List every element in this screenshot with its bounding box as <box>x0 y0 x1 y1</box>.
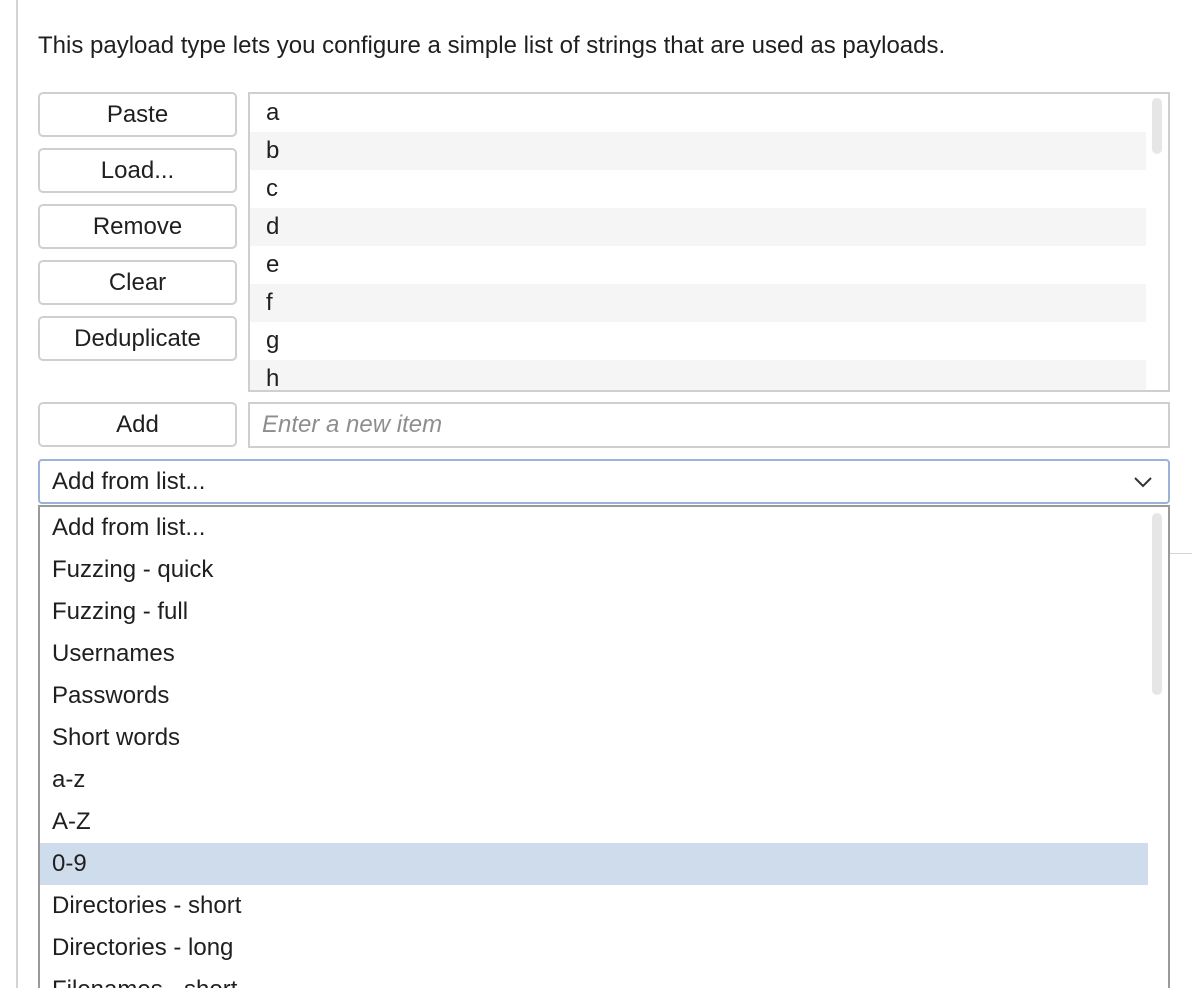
section-divider <box>1168 553 1192 554</box>
payload-list-item[interactable]: g <box>250 322 1148 360</box>
dropdown-option[interactable]: Passwords <box>40 675 1148 717</box>
payload-list-scroll-thumb[interactable] <box>1152 98 1162 154</box>
dropdown-scroll-thumb[interactable] <box>1152 513 1162 695</box>
payload-list-item[interactable]: b <box>250 132 1148 170</box>
clear-button[interactable]: Clear <box>38 260 237 305</box>
dropdown-option[interactable]: Fuzzing - full <box>40 591 1148 633</box>
dropdown-option[interactable]: 0-9 <box>40 843 1148 885</box>
add-from-list-select[interactable]: Add from list... <box>38 459 1170 504</box>
payload-settings-panel: This payload type lets you configure a s… <box>0 0 1192 988</box>
payload-list-item[interactable]: d <box>250 208 1148 246</box>
new-item-input[interactable] <box>248 402 1170 448</box>
dropdown-option[interactable]: Usernames <box>40 633 1148 675</box>
payload-list-item[interactable]: h <box>250 360 1148 390</box>
dropdown-option[interactable]: Short words <box>40 717 1148 759</box>
chevron-down-icon <box>1134 477 1152 488</box>
dropdown-option[interactable]: A-Z <box>40 801 1148 843</box>
dropdown-option[interactable]: Directories - short <box>40 885 1148 927</box>
payload-list[interactable]: abcdefgh <box>248 92 1170 392</box>
dropdown-option[interactable]: Fuzzing - quick <box>40 549 1148 591</box>
add-from-list-dropdown[interactable]: Add from list... Fuzzing - quick Fuzzing -… <box>38 505 1170 988</box>
add-button[interactable]: Add <box>38 402 237 447</box>
deduplicate-button[interactable]: Deduplicate <box>38 316 237 361</box>
remove-button[interactable]: Remove <box>38 204 237 249</box>
payload-list-item[interactable]: e <box>250 246 1148 284</box>
dropdown-option[interactable]: Filenames - short <box>40 969 1148 988</box>
payload-type-description: This payload type lets you configure a s… <box>38 32 946 59</box>
dropdown-option[interactable]: Directories - long <box>40 927 1148 969</box>
payload-list-item[interactable]: f <box>250 284 1148 322</box>
payload-list-scrollbar[interactable] <box>1146 94 1168 390</box>
panel-left-border <box>16 0 18 988</box>
add-from-list-selected-value: Add from list... <box>52 467 206 495</box>
paste-button[interactable]: Paste <box>38 92 237 137</box>
payload-list-item[interactable]: c <box>250 170 1148 208</box>
payload-list-item[interactable]: a <box>250 94 1148 132</box>
dropdown-option[interactable]: a-z <box>40 759 1148 801</box>
payload-list-rows: abcdefgh <box>250 94 1148 390</box>
load-button[interactable]: Load... <box>38 148 237 193</box>
dropdown-options: Add from list... Fuzzing - quick Fuzzing -… <box>40 507 1148 988</box>
dropdown-option[interactable]: Add from list... <box>40 507 1148 549</box>
